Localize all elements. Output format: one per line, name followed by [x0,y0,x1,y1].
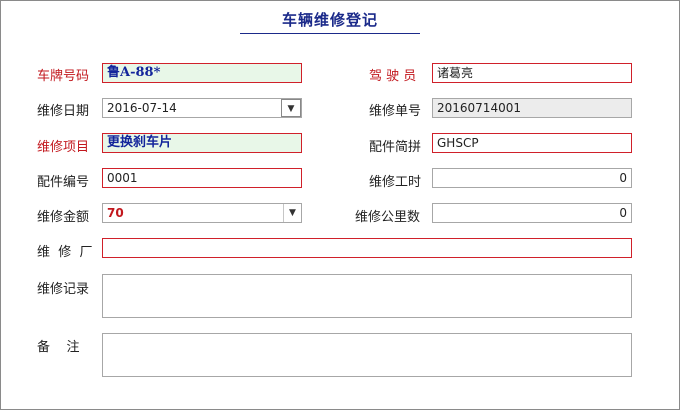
labor-hours-input[interactable]: 0 [432,168,632,188]
amount-label: 维修金额 [37,210,90,225]
mileage-input[interactable]: 0 [432,203,632,223]
form-title: 车辆维修登记 [281,11,378,29]
driver-input[interactable]: 诸葛亮 [432,63,632,83]
factory-input[interactable] [102,238,632,258]
remark-label: 备 注 [37,340,80,355]
driver-label: 驾 驶 员 [369,69,417,84]
factory-label: 维 修 厂 [37,245,93,260]
chevron-down-icon[interactable]: ▼ [283,204,301,222]
part-no-label: 配件编号 [37,175,90,190]
amount-combo[interactable]: 70 ▼ [102,203,302,223]
repair-no-label: 维修单号 [369,104,422,119]
part-pinyin-input[interactable]: GHSCP [432,133,632,153]
amount-value: 70 [107,206,124,220]
labor-hours-label: 维修工时 [369,175,422,190]
part-pinyin-label: 配件简拼 [369,140,422,155]
repair-item-input[interactable]: 更换刹车片 [102,133,302,153]
remark-textarea[interactable] [102,333,632,377]
plate-label: 车牌号码 [37,69,90,84]
plate-input[interactable]: 鲁A-88* [102,63,302,83]
part-no-input[interactable]: 0001 [102,168,302,188]
record-textarea[interactable] [102,274,632,318]
repair-date-label: 维修日期 [37,104,90,119]
chevron-down-icon[interactable]: ▼ [281,99,301,117]
form-window: 车辆维修登记 车牌号码 鲁A-88* 驾 驶 员 诸葛亮 维修日期 2016-0… [0,0,680,410]
repair-date-picker[interactable]: 2016-07-14 ▼ [102,98,302,118]
repair-item-label: 维修项目 [37,140,90,155]
mileage-label: 维修公里数 [355,210,421,225]
repair-no-field: 20160714001 [432,98,632,118]
record-label: 维修记录 [37,282,90,297]
repair-date-value: 2016-07-14 [107,101,177,115]
title-underline [240,33,420,34]
